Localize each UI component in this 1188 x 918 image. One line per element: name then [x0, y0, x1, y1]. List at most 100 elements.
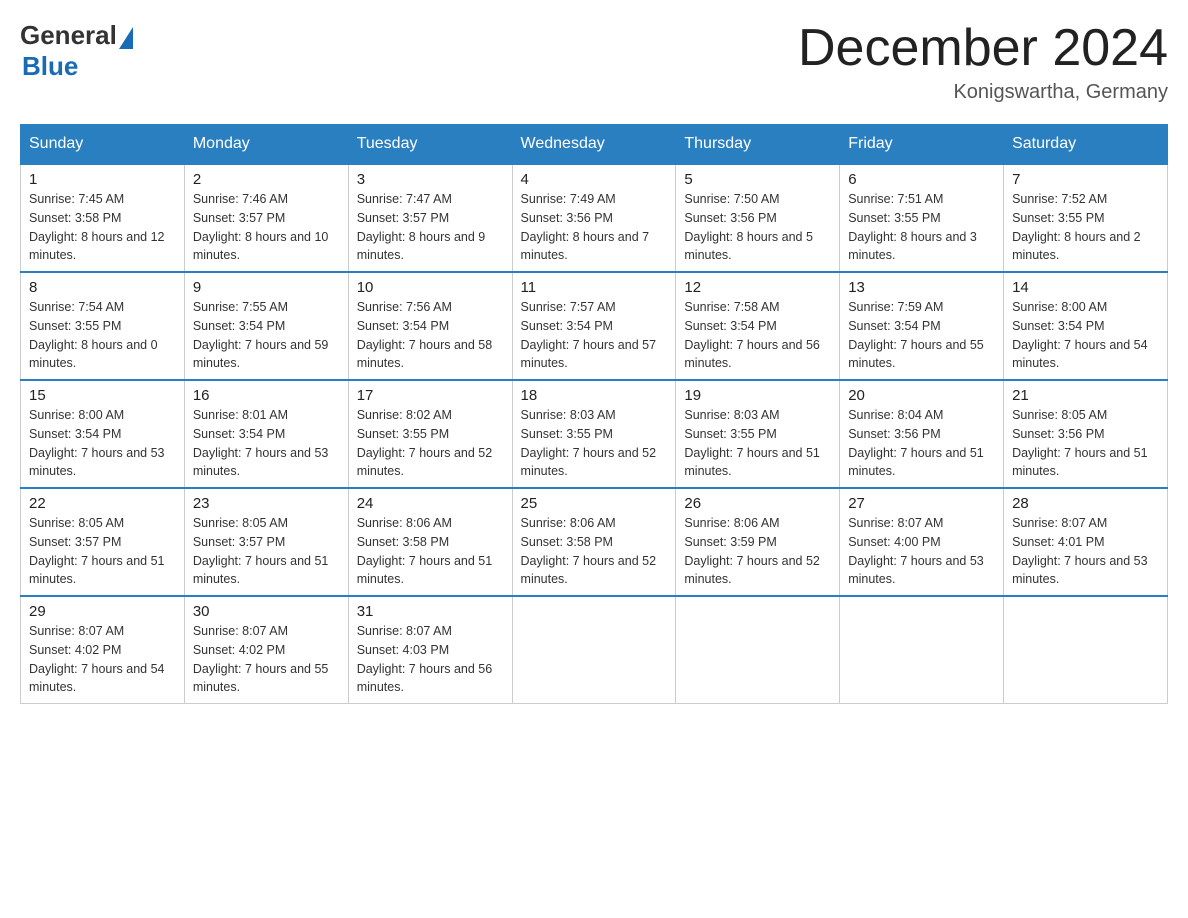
- day-info: Sunrise: 8:07 AMSunset: 4:02 PMDaylight:…: [29, 622, 176, 697]
- day-number: 20: [848, 387, 995, 404]
- calendar-cell: 12 Sunrise: 7:58 AMSunset: 3:54 PMDayligh…: [676, 272, 840, 380]
- day-number: 28: [1012, 495, 1159, 512]
- location-subtitle: Konigswartha, Germany: [798, 81, 1168, 104]
- calendar-cell: 5 Sunrise: 7:50 AMSunset: 3:56 PMDaylight…: [676, 164, 840, 272]
- day-info: Sunrise: 7:54 AMSunset: 3:55 PMDaylight:…: [29, 298, 176, 373]
- calendar-cell: 4 Sunrise: 7:49 AMSunset: 3:56 PMDaylight…: [512, 164, 676, 272]
- day-number: 7: [1012, 171, 1159, 188]
- day-info: Sunrise: 8:03 AMSunset: 3:55 PMDaylight:…: [684, 406, 831, 481]
- day-number: 27: [848, 495, 995, 512]
- day-number: 21: [1012, 387, 1159, 404]
- calendar-table: SundayMondayTuesdayWednesdayThursdayFrid…: [20, 124, 1168, 704]
- day-info: Sunrise: 8:02 AMSunset: 3:55 PMDaylight:…: [357, 406, 504, 481]
- day-info: Sunrise: 8:04 AMSunset: 3:56 PMDaylight:…: [848, 406, 995, 481]
- day-info: Sunrise: 8:07 AMSunset: 4:03 PMDaylight:…: [357, 622, 504, 697]
- day-info: Sunrise: 7:45 AMSunset: 3:58 PMDaylight:…: [29, 190, 176, 265]
- day-number: 14: [1012, 279, 1159, 296]
- day-number: 12: [684, 279, 831, 296]
- day-number: 15: [29, 387, 176, 404]
- day-number: 31: [357, 603, 504, 620]
- weekday-header-tuesday: Tuesday: [348, 125, 512, 165]
- day-info: Sunrise: 8:05 AMSunset: 3:57 PMDaylight:…: [193, 514, 340, 589]
- day-number: 4: [521, 171, 668, 188]
- day-info: Sunrise: 8:06 AMSunset: 3:58 PMDaylight:…: [521, 514, 668, 589]
- day-number: 23: [193, 495, 340, 512]
- calendar-cell: 19 Sunrise: 8:03 AMSunset: 3:55 PMDayligh…: [676, 380, 840, 488]
- day-number: 19: [684, 387, 831, 404]
- calendar-cell: 22Sunrise: 8:05 AMSunset: 3:57 PMDayligh…: [21, 488, 185, 596]
- day-info: Sunrise: 7:51 AMSunset: 3:55 PMDaylight:…: [848, 190, 995, 265]
- day-number: 13: [848, 279, 995, 296]
- calendar-cell: 25 Sunrise: 8:06 AMSunset: 3:58 PMDayligh…: [512, 488, 676, 596]
- calendar-cell: 24Sunrise: 8:06 AMSunset: 3:58 PMDayligh…: [348, 488, 512, 596]
- weekday-header-sunday: Sunday: [21, 125, 185, 165]
- day-info: Sunrise: 7:58 AMSunset: 3:54 PMDaylight:…: [684, 298, 831, 373]
- calendar-cell: 14Sunrise: 8:00 AMSunset: 3:54 PMDayligh…: [1004, 272, 1168, 380]
- weekday-header-saturday: Saturday: [1004, 125, 1168, 165]
- calendar-cell: 2 Sunrise: 7:46 AMSunset: 3:57 PMDaylight…: [184, 164, 348, 272]
- calendar-cell: 3 Sunrise: 7:47 AMSunset: 3:57 PMDaylight…: [348, 164, 512, 272]
- calendar-cell: 1 Sunrise: 7:45 AMSunset: 3:58 PMDaylight…: [21, 164, 185, 272]
- title-area: December 2024 Konigswartha, Germany: [798, 20, 1168, 104]
- day-info: Sunrise: 7:55 AMSunset: 3:54 PMDaylight:…: [193, 298, 340, 373]
- logo: General Blue: [20, 20, 133, 82]
- weekday-header-monday: Monday: [184, 125, 348, 165]
- weekday-header-friday: Friday: [840, 125, 1004, 165]
- day-number: 29: [29, 603, 176, 620]
- calendar-cell: 15 Sunrise: 8:00 AMSunset: 3:54 PMDayligh…: [21, 380, 185, 488]
- weekday-header-wednesday: Wednesday: [512, 125, 676, 165]
- calendar-cell: 29 Sunrise: 8:07 AMSunset: 4:02 PMDayligh…: [21, 596, 185, 704]
- day-info: Sunrise: 8:00 AMSunset: 3:54 PMDaylight:…: [29, 406, 176, 481]
- day-number: 30: [193, 603, 340, 620]
- calendar-cell: 27Sunrise: 8:07 AMSunset: 4:00 PMDayligh…: [840, 488, 1004, 596]
- calendar-cell: 17Sunrise: 8:02 AMSunset: 3:55 PMDayligh…: [348, 380, 512, 488]
- day-number: 11: [521, 279, 668, 296]
- calendar-cell: 18Sunrise: 8:03 AMSunset: 3:55 PMDayligh…: [512, 380, 676, 488]
- day-info: Sunrise: 8:05 AMSunset: 3:57 PMDaylight:…: [29, 514, 176, 589]
- day-number: 10: [357, 279, 504, 296]
- calendar-cell: 30 Sunrise: 8:07 AMSunset: 4:02 PMDayligh…: [184, 596, 348, 704]
- day-info: Sunrise: 7:59 AMSunset: 3:54 PMDaylight:…: [848, 298, 995, 373]
- logo-triangle-icon: [119, 27, 133, 49]
- calendar-cell: 7 Sunrise: 7:52 AMSunset: 3:55 PMDaylight…: [1004, 164, 1168, 272]
- day-number: 3: [357, 171, 504, 188]
- calendar-cell: 16Sunrise: 8:01 AMSunset: 3:54 PMDayligh…: [184, 380, 348, 488]
- day-info: Sunrise: 7:47 AMSunset: 3:57 PMDaylight:…: [357, 190, 504, 265]
- day-number: 25: [521, 495, 668, 512]
- day-info: Sunrise: 7:46 AMSunset: 3:57 PMDaylight:…: [193, 190, 340, 265]
- logo-blue-text: Blue: [22, 51, 78, 82]
- day-number: 9: [193, 279, 340, 296]
- month-year-title: December 2024: [798, 20, 1168, 77]
- calendar-week-row: 15 Sunrise: 8:00 AMSunset: 3:54 PMDayligh…: [21, 380, 1168, 488]
- day-info: Sunrise: 7:49 AMSunset: 3:56 PMDaylight:…: [521, 190, 668, 265]
- day-info: Sunrise: 8:07 AMSunset: 4:02 PMDaylight:…: [193, 622, 340, 697]
- day-number: 8: [29, 279, 176, 296]
- day-info: Sunrise: 8:01 AMSunset: 3:54 PMDaylight:…: [193, 406, 340, 481]
- calendar-cell: 21 Sunrise: 8:05 AMSunset: 3:56 PMDayligh…: [1004, 380, 1168, 488]
- day-number: 1: [29, 171, 176, 188]
- calendar-cell: 26 Sunrise: 8:06 AMSunset: 3:59 PMDayligh…: [676, 488, 840, 596]
- day-info: Sunrise: 7:56 AMSunset: 3:54 PMDaylight:…: [357, 298, 504, 373]
- calendar-week-row: 29 Sunrise: 8:07 AMSunset: 4:02 PMDayligh…: [21, 596, 1168, 704]
- calendar-week-row: 8 Sunrise: 7:54 AMSunset: 3:55 PMDaylight…: [21, 272, 1168, 380]
- calendar-cell: 10 Sunrise: 7:56 AMSunset: 3:54 PMDayligh…: [348, 272, 512, 380]
- day-info: Sunrise: 7:52 AMSunset: 3:55 PMDaylight:…: [1012, 190, 1159, 265]
- day-number: 5: [684, 171, 831, 188]
- day-number: 26: [684, 495, 831, 512]
- day-info: Sunrise: 8:06 AMSunset: 3:59 PMDaylight:…: [684, 514, 831, 589]
- calendar-cell: 6Sunrise: 7:51 AMSunset: 3:55 PMDaylight…: [840, 164, 1004, 272]
- calendar-cell: [676, 596, 840, 704]
- weekday-header-thursday: Thursday: [676, 125, 840, 165]
- calendar-cell: [1004, 596, 1168, 704]
- day-info: Sunrise: 7:57 AMSunset: 3:54 PMDaylight:…: [521, 298, 668, 373]
- day-number: 24: [357, 495, 504, 512]
- calendar-cell: [512, 596, 676, 704]
- calendar-cell: 23 Sunrise: 8:05 AMSunset: 3:57 PMDayligh…: [184, 488, 348, 596]
- calendar-header-row: SundayMondayTuesdayWednesdayThursdayFrid…: [21, 125, 1168, 165]
- day-info: Sunrise: 8:07 AMSunset: 4:01 PMDaylight:…: [1012, 514, 1159, 589]
- day-info: Sunrise: 7:50 AMSunset: 3:56 PMDaylight:…: [684, 190, 831, 265]
- day-number: 18: [521, 387, 668, 404]
- calendar-week-row: 22Sunrise: 8:05 AMSunset: 3:57 PMDayligh…: [21, 488, 1168, 596]
- day-number: 2: [193, 171, 340, 188]
- day-info: Sunrise: 8:05 AMSunset: 3:56 PMDaylight:…: [1012, 406, 1159, 481]
